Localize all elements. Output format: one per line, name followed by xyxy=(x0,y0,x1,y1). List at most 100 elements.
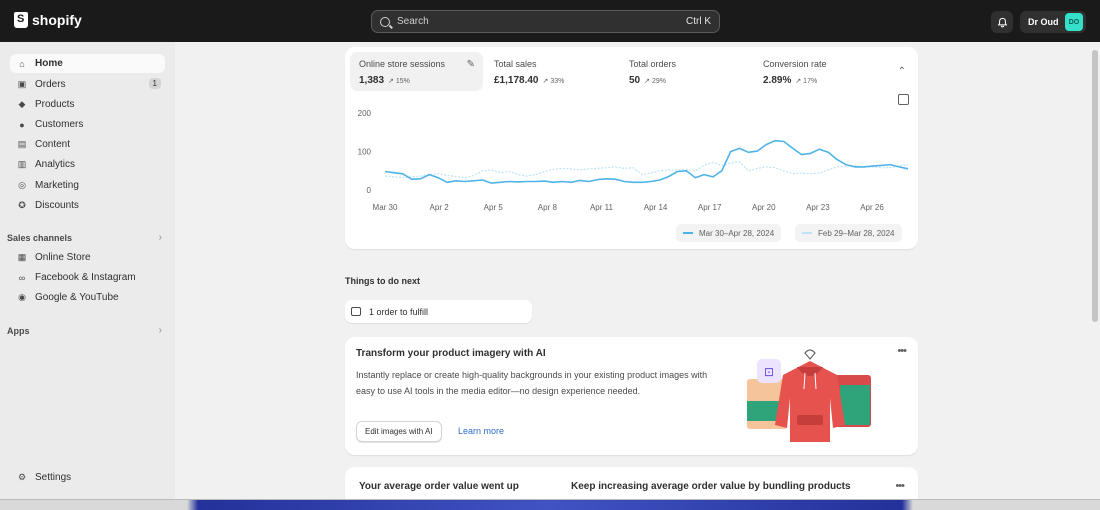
chevron-right-icon: › xyxy=(158,325,162,336)
x-tick-label: Apr 11 xyxy=(590,203,614,212)
legend-swatch xyxy=(802,232,812,234)
legend-swatch xyxy=(683,232,693,234)
sales-channels-heading[interactable]: Sales channels › xyxy=(7,232,162,243)
sidebar-item-label: Facebook & Instagram xyxy=(35,272,136,283)
ai-card-description: Instantly replace or create high-quality… xyxy=(356,370,708,396)
sales-channels-label: Sales channels xyxy=(7,233,73,243)
shopify-logo[interactable]: shopify xyxy=(14,12,82,28)
more-options-icon[interactable]: ••• xyxy=(897,345,907,357)
x-tick-label: Apr 20 xyxy=(752,203,776,212)
x-tick-label: Apr 26 xyxy=(860,203,884,212)
sidebar-item-label: Customers xyxy=(35,119,84,130)
gear-icon: ⚙ xyxy=(17,472,27,482)
y-tick-label: 100 xyxy=(358,148,372,157)
sidebar-item-label: Google & YouTube xyxy=(35,292,119,303)
sidebar-item-label: Settings xyxy=(35,472,72,483)
x-tick-label: Apr 8 xyxy=(538,203,558,212)
ai-imagery-card: Transform your product imagery with AI I… xyxy=(345,337,918,455)
sidebar-item-discounts[interactable]: ✪ Discounts xyxy=(10,196,165,215)
inbox-icon xyxy=(351,307,361,316)
x-tick-label: Apr 14 xyxy=(644,203,668,212)
meta-icon: ∞ xyxy=(18,272,26,283)
analytics-card: Online store sessions 1,383 ↗ 15% ✎ Total… xyxy=(345,47,918,249)
avatar: DO xyxy=(1065,13,1083,31)
desktop-taskbar-edge xyxy=(0,500,1100,510)
things-to-do-heading: Things to do next xyxy=(345,276,420,286)
apps-label: Apps xyxy=(7,326,30,336)
search-shortcut: Ctrl K xyxy=(686,16,711,27)
user-name: Dr Oud xyxy=(1028,17,1059,27)
sidebar: ⌂ Home ▣ Orders 1 ◆ Products ● Customers… xyxy=(0,42,175,499)
content-icon: ▤ xyxy=(17,139,27,149)
notifications-button[interactable] xyxy=(991,11,1013,33)
legend-label: Mar 30–Apr 28, 2024 xyxy=(699,228,775,238)
y-tick-label: 0 xyxy=(367,186,372,195)
more-options-icon[interactable]: ••• xyxy=(895,480,905,492)
discount-icon: ✪ xyxy=(18,200,26,210)
home-icon: ⌂ xyxy=(19,58,25,69)
sidebar-item-marketing[interactable]: ◎ Marketing xyxy=(10,176,165,195)
ai-card-title: Transform your product imagery with AI xyxy=(356,348,546,359)
sidebar-item-products[interactable]: ◆ Products xyxy=(10,95,165,114)
sidebar-item-content[interactable]: ▤ Content xyxy=(10,135,165,154)
sidebar-item-label: Discounts xyxy=(35,200,79,211)
inbox-icon: ▣ xyxy=(17,79,27,89)
search-placeholder: Search xyxy=(397,16,429,27)
aov-right-title: Keep increasing average order value by b… xyxy=(571,481,851,492)
x-tick-label: Apr 23 xyxy=(806,203,830,212)
orders-count-badge: 1 xyxy=(148,78,161,89)
y-tick-label: 200 xyxy=(358,109,372,118)
edit-images-button[interactable]: Edit images with AI xyxy=(356,421,442,442)
search-input[interactable]: Search Ctrl K xyxy=(371,10,720,33)
sidebar-item-label: Content xyxy=(35,139,71,150)
top-bar: shopify Search Ctrl K Dr Oud DO xyxy=(0,0,1100,42)
fulfill-orders-button[interactable]: 1 order to fulfill xyxy=(345,300,532,323)
svg-text:⊡: ⊡ xyxy=(764,365,774,379)
google-icon: ◉ xyxy=(18,292,26,302)
sidebar-item-settings[interactable]: ⚙ Settings xyxy=(10,468,165,487)
todo-label: 1 order to fulfill xyxy=(369,306,429,317)
scrollbar[interactable] xyxy=(1090,42,1100,499)
sidebar-item-label: Marketing xyxy=(35,180,79,191)
sidebar-item-facebook-instagram[interactable]: ∞ Facebook & Instagram xyxy=(10,268,165,287)
chevron-right-icon: › xyxy=(158,232,162,243)
sidebar-item-label: Analytics xyxy=(35,159,76,170)
legend-previous[interactable]: Feb 29–Mar 28, 2024 xyxy=(795,224,902,242)
sidebar-item-google-youtube[interactable]: ◉ Google & YouTube xyxy=(10,288,165,307)
shopify-bag-icon xyxy=(14,12,28,28)
target-icon: ◎ xyxy=(18,180,26,190)
sidebar-item-label: Online Store xyxy=(35,252,91,263)
sidebar-item-label: Products xyxy=(35,99,75,110)
hoodie-illustration: ⊡ xyxy=(747,349,871,442)
legend-current[interactable]: Mar 30–Apr 28, 2024 xyxy=(676,224,782,242)
learn-more-link[interactable]: Learn more xyxy=(458,426,504,436)
scrollbar-thumb[interactable] xyxy=(1092,50,1098,322)
sidebar-item-customers[interactable]: ● Customers xyxy=(10,115,165,134)
series-line-current xyxy=(384,139,909,184)
x-tick-label: Apr 2 xyxy=(430,203,450,212)
bar-chart-icon: ▥ xyxy=(17,159,27,169)
sidebar-item-orders[interactable]: ▣ Orders 1 xyxy=(10,75,165,94)
tag-icon: ◆ xyxy=(18,99,26,109)
sidebar-item-label: Orders xyxy=(35,79,66,90)
apps-heading[interactable]: Apps › xyxy=(7,325,162,336)
sidebar-item-online-store[interactable]: ▦ Online Store xyxy=(10,248,165,267)
bell-icon xyxy=(997,17,1007,27)
x-tick-label: Apr 17 xyxy=(698,203,722,212)
store-icon: ▦ xyxy=(17,252,27,262)
app-window: shopify Search Ctrl K Dr Oud DO ⌂ Home ▣… xyxy=(0,0,1100,500)
sidebar-item-label: Home xyxy=(35,58,63,69)
aov-insight-card: Your average order value went up Keep in… xyxy=(345,467,918,499)
series-line-previous xyxy=(384,161,909,179)
x-tick-label: Apr 5 xyxy=(484,203,504,212)
search-icon xyxy=(380,16,390,27)
person-icon: ● xyxy=(19,119,25,130)
brand-name: shopify xyxy=(32,12,82,28)
legend-label: Feb 29–Mar 28, 2024 xyxy=(818,228,895,238)
sidebar-item-home[interactable]: ⌂ Home xyxy=(10,54,165,73)
sessions-line-chart: 200 100 0Mar 30 Apr 2 Apr 5 Apr 8 Apr 11 Apr 14… xyxy=(358,109,909,212)
user-menu-button[interactable]: Dr Oud DO xyxy=(1020,11,1086,33)
aov-left-title: Your average order value went up xyxy=(359,481,519,492)
x-tick-label: Mar 30 xyxy=(373,203,398,212)
sidebar-item-analytics[interactable]: ▥ Analytics xyxy=(10,155,165,174)
